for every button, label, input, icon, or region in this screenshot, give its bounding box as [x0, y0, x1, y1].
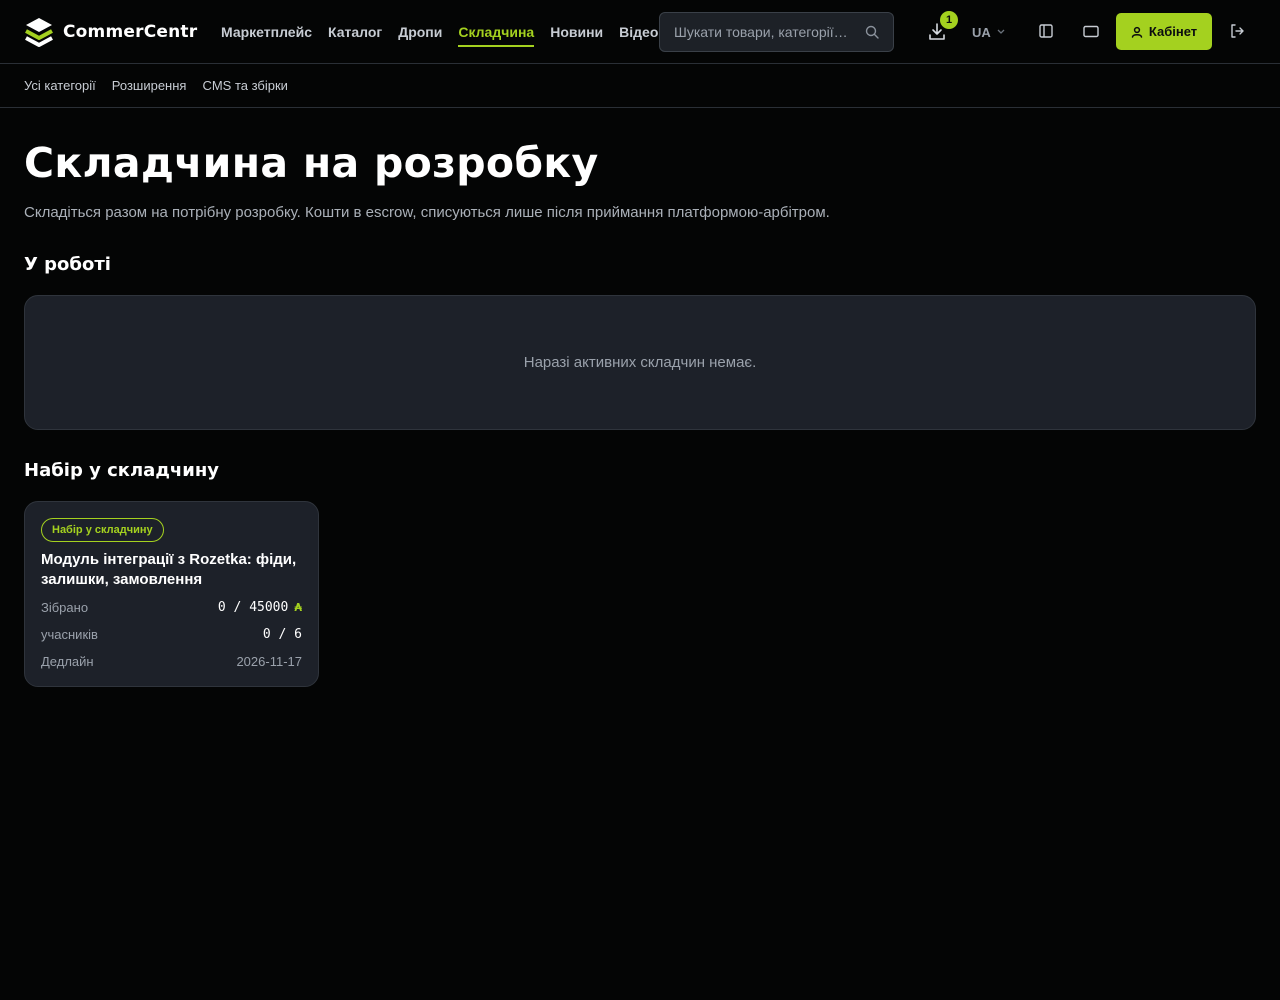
sidebar-panel-icon	[1039, 24, 1053, 38]
subnav-item-extensions[interactable]: Розширення	[112, 78, 187, 93]
nav-item-drops[interactable]: Дропи	[398, 0, 442, 64]
empty-state-text: Наразі активних складчин немає.	[523, 354, 757, 371]
deadline-row: Дедлайн 2026-11-17	[41, 652, 302, 670]
participants-value: 0 / 6	[262, 626, 302, 642]
collected-row: Зібрано 0 / 45000 ₳	[41, 598, 302, 616]
window-icon	[1083, 25, 1099, 38]
project-card[interactable]: Набір у складчину Модуль інтеграції з Ro…	[24, 501, 319, 687]
logo-icon	[25, 18, 53, 47]
main-nav: Маркетплейс Каталог Дропи Складчина Нови…	[221, 0, 658, 64]
page-subtitle: Складіться разом на потрібну розробку. К…	[24, 204, 830, 221]
section-title-in-progress: У роботі	[24, 254, 111, 275]
cabinet-label: Кабінет	[1148, 24, 1198, 39]
nav-item-video[interactable]: Відео	[619, 0, 658, 64]
sidebar-toggle-button[interactable]	[1037, 22, 1057, 42]
participants-label: учасників	[41, 626, 98, 642]
nav-item-news[interactable]: Новини	[550, 0, 603, 64]
logout-button[interactable]	[1228, 22, 1248, 42]
top-bar: CommerCentr Маркетплейс Каталог Дропи Ск…	[0, 0, 1280, 64]
card-title: Модуль інтеграції з Rozetka: фіди, залиш…	[41, 551, 297, 588]
logo[interactable]: CommerCentr	[24, 17, 197, 47]
collected-value: 0 / 45000	[217, 599, 289, 615]
language-label: UA	[972, 24, 991, 40]
collected-value-group: 0 / 45000 ₳	[218, 600, 302, 615]
brand-name: CommerCentr	[63, 22, 198, 42]
logout-icon	[1231, 24, 1244, 38]
participants-row: учасників 0 / 6	[41, 625, 302, 643]
language-selector[interactable]: UA	[972, 22, 1005, 42]
subnav-item-cms[interactable]: CMS та збірки	[202, 78, 287, 93]
nav-item-marketplace[interactable]: Маркетплейс	[221, 0, 312, 64]
nav-item-skladchyna[interactable]: Складчина	[458, 0, 534, 64]
status-badge: Набір у складчину	[41, 518, 164, 542]
deadline-label: Дедлайн	[41, 653, 94, 669]
subnav-item-all-categories[interactable]: Усі категорії	[24, 78, 96, 93]
empty-state: Наразі активних складчин немає.	[24, 295, 1256, 430]
cabinet-button[interactable]: Кабінет	[1116, 13, 1212, 50]
window-button[interactable]	[1082, 22, 1102, 42]
currency-icon: ₳	[294, 600, 302, 614]
page-title: Складчина на розробку	[24, 139, 599, 187]
downloads-count-badge: 1	[940, 11, 958, 29]
deadline-value: 2026-11-17	[236, 653, 302, 669]
collected-label: Зібрано	[41, 599, 89, 615]
category-subnav: Усі категорії Розширення CMS та збірки	[0, 64, 1280, 108]
chevron-down-icon	[997, 29, 1005, 34]
search-icon[interactable]	[865, 25, 879, 39]
search-input[interactable]	[674, 13, 854, 51]
section-title-recruiting: Набір у складчину	[24, 460, 219, 481]
search-box	[659, 12, 894, 52]
nav-item-catalog[interactable]: Каталог	[328, 0, 382, 64]
user-icon	[1131, 26, 1143, 38]
